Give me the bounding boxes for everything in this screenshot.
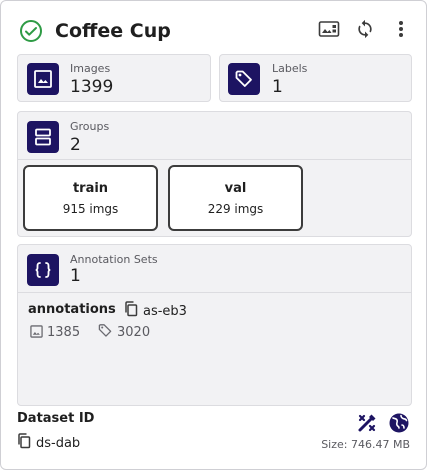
- globe-icon: [388, 413, 410, 438]
- annotation-images-text: 1385: [47, 325, 81, 340]
- labels-value: 1: [272, 77, 283, 97]
- annotation-sets-value: 1: [70, 266, 81, 286]
- annotation-set-id[interactable]: as-eb3: [124, 301, 187, 321]
- sync-icon: [355, 19, 375, 43]
- labels-label: Labels: [272, 62, 308, 75]
- header-actions: [318, 19, 412, 43]
- check-circle-icon: [19, 19, 43, 43]
- image-icon: [30, 323, 43, 342]
- annotation-sets-label: Annotation Sets: [70, 253, 158, 266]
- dataset-id-label: Dataset ID: [17, 411, 95, 426]
- group-image-count: 915 imgs: [62, 201, 119, 216]
- copy-icon: [124, 301, 138, 321]
- groups-divider: [18, 159, 411, 160]
- braces-icon: [27, 254, 59, 286]
- dataset-title: Coffee Cup: [55, 20, 171, 42]
- annotation-sets-divider: [18, 292, 411, 293]
- more-vert-icon: [398, 20, 404, 42]
- annotation-labels-text: 3020: [117, 325, 151, 340]
- image-icon: [27, 63, 59, 95]
- tag-icon: [228, 63, 260, 95]
- dataset-id[interactable]: ds-dab: [17, 433, 80, 453]
- images-stat-panel: Images 1399: [17, 54, 211, 102]
- tag-icon: [98, 323, 113, 342]
- annotation-set-name: annotations: [28, 302, 116, 317]
- images-label: Images: [70, 62, 111, 75]
- group-name: val: [224, 180, 247, 196]
- edit-tool-icon: [356, 414, 378, 438]
- image-gallery-button[interactable]: [318, 20, 340, 42]
- annotation-labels-count: 3020: [98, 323, 150, 342]
- dataset-size: Size: 746.47 MB: [321, 438, 410, 451]
- group-button-val[interactable]: val 229 imgs: [168, 165, 303, 231]
- globe-button[interactable]: [388, 412, 410, 438]
- annotation-images-count: 1385: [30, 323, 80, 342]
- groups-panel: Groups 2 train 915 imgs val 229 imgs: [17, 111, 412, 237]
- edit-tool-button[interactable]: [356, 412, 378, 438]
- group-button-train[interactable]: train 915 imgs: [23, 165, 158, 231]
- annotation-sets-panel: Annotation Sets 1 annotations as-eb3 138…: [17, 244, 412, 406]
- card-header: Coffee Cup: [19, 17, 412, 45]
- images-value: 1399: [70, 77, 114, 97]
- groups-icon: [27, 121, 59, 153]
- dataset-id-text: ds-dab: [36, 435, 81, 451]
- copy-icon: [17, 433, 31, 453]
- labels-stat-panel: Labels 1: [219, 54, 412, 102]
- group-name: train: [72, 180, 109, 196]
- more-options-button[interactable]: [390, 20, 412, 42]
- dataset-card: Coffee Cup Images 1399 Labels 1 Groups 2…: [0, 0, 427, 470]
- groups-label: Groups: [70, 120, 110, 133]
- sync-button[interactable]: [354, 19, 376, 43]
- annotation-set-id-text: as-eb3: [143, 303, 187, 319]
- groups-value: 2: [70, 135, 81, 155]
- group-image-count: 229 imgs: [207, 201, 264, 216]
- footer-actions: [356, 412, 410, 438]
- image-gallery-icon: [318, 20, 340, 42]
